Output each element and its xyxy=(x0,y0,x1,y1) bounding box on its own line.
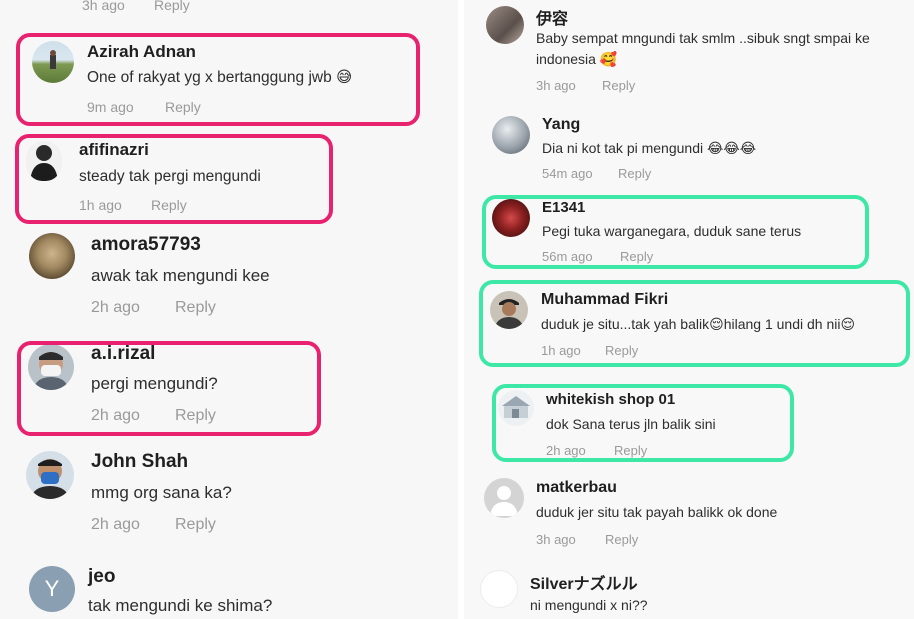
username[interactable]: 伊容 xyxy=(536,5,568,29)
username[interactable]: jeo xyxy=(88,566,115,588)
comment-text: ni mengundi x ni?? xyxy=(530,597,648,613)
user-avatar[interactable] xyxy=(492,116,530,154)
comment-time: 3h ago xyxy=(536,78,576,93)
user-avatar[interactable]: Y xyxy=(29,566,75,612)
comment-time: 3h ago xyxy=(536,532,576,547)
user-avatar[interactable] xyxy=(29,233,75,279)
comment-text: Baby sempat mngundi tak smlm ..sibuk sng… xyxy=(536,30,870,46)
reply-button[interactable]: Reply xyxy=(605,532,638,547)
username[interactable]: matkerbau xyxy=(536,479,617,497)
comment-time: 2h ago xyxy=(91,299,140,316)
comment-text: tak mengundi ke shima? xyxy=(88,596,273,615)
user-avatar[interactable] xyxy=(486,6,524,44)
comment-text-line2: indonesia 🥰 xyxy=(536,51,618,67)
comment-time: 2h ago xyxy=(91,516,140,533)
avatar-letter: Y xyxy=(44,576,60,601)
highlight-box xyxy=(17,341,321,436)
username[interactable]: Silverナズルル xyxy=(530,570,638,594)
comment-text: duduk jer situ tak payah balikk ok done xyxy=(536,504,778,520)
username[interactable]: Yang xyxy=(542,116,580,134)
reply-button[interactable]: Reply xyxy=(175,299,216,317)
reply-button[interactable]: Reply xyxy=(175,516,216,534)
user-avatar[interactable] xyxy=(484,478,524,518)
user-avatar[interactable] xyxy=(480,570,518,608)
highlight-box xyxy=(492,384,794,462)
comment-time: 54m ago xyxy=(542,166,593,181)
right-comment-panel: 伊容 Baby sempat mngundi tak smlm ..sibuk … xyxy=(464,0,914,619)
highlight-box xyxy=(479,280,910,367)
username[interactable]: amora57793 xyxy=(91,234,201,256)
user-avatar[interactable] xyxy=(26,451,74,499)
reply-button[interactable]: Reply xyxy=(618,166,651,181)
highlight-box xyxy=(16,33,420,126)
reply-button[interactable]: Reply xyxy=(602,78,635,93)
highlight-box xyxy=(15,134,333,224)
comment-text: Dia ni kot tak pi mengundi 😂😂😂 xyxy=(542,140,757,156)
left-comment-panel: 3h ago Reply Azirah Adnan One of rakyat … xyxy=(0,0,458,619)
comment-text: mmg org sana ka? xyxy=(91,483,232,502)
comment-time: 3h ago xyxy=(82,0,125,13)
reply-button[interactable]: Reply xyxy=(154,0,190,13)
comment-text: awak tak mengundi kee xyxy=(91,266,270,285)
username[interactable]: John Shah xyxy=(91,451,188,473)
highlight-box xyxy=(482,195,869,269)
